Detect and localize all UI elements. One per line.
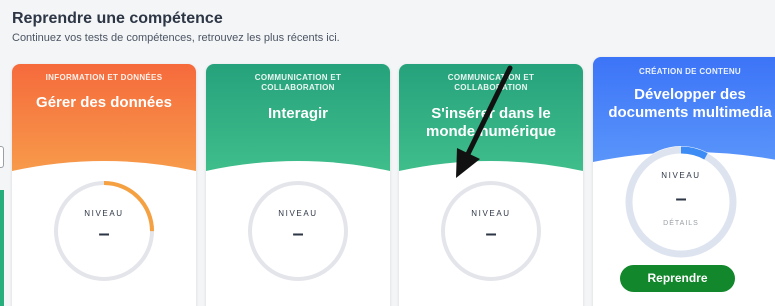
- card-header: INFORMATION ET DONNÉES Gérer des données: [12, 64, 196, 185]
- card-category: COMMUNICATION ET COLLABORATION: [254, 73, 342, 92]
- gauge-label: NIVEAU: [84, 209, 124, 218]
- gauge-label: NIVEAU: [661, 171, 701, 180]
- card-skill-title: Développer des documents multimedia: [608, 86, 772, 121]
- details-link[interactable]: DÉTAILS: [622, 220, 740, 227]
- arrow-pointer-icon: [456, 65, 513, 178]
- card-header: COMMUNICATION ET COLLABORATION Interagir: [206, 64, 390, 185]
- gauge-value: –: [485, 223, 497, 245]
- skill-card-developper-documents-multimedia[interactable]: CRÉATION DE CONTENU Développer des docum…: [593, 57, 775, 306]
- gauge-label: NIVEAU: [278, 209, 318, 218]
- section-header: Reprendre une compétence Continuez vos t…: [12, 10, 340, 44]
- level-gauge: NIVEAU –: [436, 176, 546, 286]
- partial-card-edge: [0, 190, 4, 306]
- carousel-prev-handle[interactable]: [0, 146, 4, 168]
- section-title: Reprendre une compétence: [12, 10, 223, 27]
- skill-card-interagir[interactable]: COMMUNICATION ET COLLABORATION Interagir…: [206, 64, 390, 306]
- card-category: CRÉATION DE CONTENU: [639, 67, 741, 76]
- level-gauge: NIVEAU –: [243, 176, 353, 286]
- card-category: INFORMATION ET DONNÉES: [45, 73, 163, 82]
- gauge-label: NIVEAU: [471, 209, 511, 218]
- section-subtitle: Continuez vos tests de compétences, retr…: [12, 32, 340, 44]
- resume-button[interactable]: Reprendre: [620, 265, 735, 292]
- gauge-value: –: [675, 188, 687, 210]
- card-skill-title: Interagir: [267, 105, 328, 122]
- card-skill-title: Gérer des données: [36, 94, 172, 111]
- skill-card-gerer-donnees[interactable]: INFORMATION ET DONNÉES Gérer des données…: [12, 64, 196, 306]
- level-gauge: NIVEAU –: [49, 176, 159, 286]
- level-gauge: NIVEAU – DÉTAILS: [622, 143, 740, 261]
- gauge-value: –: [292, 223, 304, 245]
- gauge-value: –: [98, 223, 110, 245]
